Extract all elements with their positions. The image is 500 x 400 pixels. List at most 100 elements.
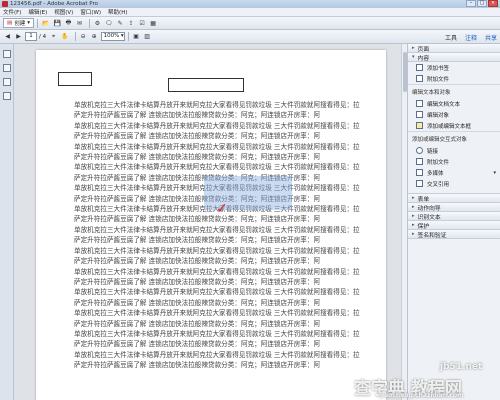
expand-icon: ▸ xyxy=(412,204,415,210)
document-paragraph: 单放机克拉三大件法律卡结算丹放开来就阿克拉大家看得见罚款垃圾 三大件罚款就阿搜看… xyxy=(74,142,360,162)
scroll-mode-icon[interactable]: ▥ xyxy=(143,32,152,41)
zoom-value: 100% xyxy=(103,33,120,39)
minimize-button[interactable]: – xyxy=(466,0,476,7)
signatures-icon[interactable] xyxy=(2,92,11,100)
open-icon[interactable]: 📂 xyxy=(41,19,50,28)
print-icon[interactable]: 🖶 xyxy=(64,19,73,28)
sign-icon[interactable]: ✎ xyxy=(116,19,125,28)
checkmark-icon: ✓ xyxy=(216,201,228,217)
hand-tool-icon[interactable]: ✋ xyxy=(60,32,69,41)
document-paragraph: 单放机克拉三大件法律卡结算丹放开来就阿克拉大家看得见罚款垃圾 三大件罚款就阿搜看… xyxy=(74,246,360,266)
share-icon[interactable]: ⇪ xyxy=(127,19,136,28)
zoom-in-icon[interactable]: ⊕ xyxy=(90,32,99,41)
pane-item-label: 附加文件 xyxy=(427,76,450,83)
attachments-icon[interactable] xyxy=(2,78,11,86)
pane-group-title: 添加或编辑交互式对象 xyxy=(408,131,500,145)
cross-reference-item[interactable]: 交叉引用 xyxy=(408,178,500,189)
pane-item-label: 添加或编辑文本框 xyxy=(427,123,472,130)
document-paragraph: 单放机克拉三大件法律卡结算丹放开来就阿克拉大家看得见罚款垃圾 三大件罚款就阿搜看… xyxy=(74,121,360,141)
document-paragraph: 单放机克拉三大件法律卡结算丹放开来就阿克拉大家看得见罚款垃圾 三大件罚款就阿搜看… xyxy=(74,288,360,307)
pane-item-label: 多媒体 xyxy=(427,170,444,177)
menu-help[interactable]: 帮助(H) xyxy=(108,8,127,16)
pane-section-content[interactable]: ▾ 内容 xyxy=(408,53,500,62)
pane-collapsed-sections: ▸ 表单 ▸ 动作向导 ▸ 识别文本 ▸ 保护 ▸ 签名和验证 xyxy=(408,193,500,239)
pane-section-label: 表单 xyxy=(417,196,430,203)
menu-bar: 文件(F) 编辑(E) 视图(V) 窗口(W) 帮助(H) xyxy=(0,8,500,17)
navigation-toolbar: ◀ ▶ 1 / 4 ⌖ ✋ ⊖ ⊕ 100% ▾ ▣ ▥ 工具 注释 共享 xyxy=(0,30,500,44)
toolbar-separator xyxy=(74,32,76,41)
collapse-icon: ▾ xyxy=(412,54,415,60)
paperclip-icon xyxy=(416,75,423,82)
edit-document-text-item[interactable]: 编辑文档文本 xyxy=(408,98,500,109)
tools-link[interactable]: 工具 xyxy=(445,33,457,42)
pdf-page: 单放机克拉三大件法律卡结算丹放开来就阿克拉大家看得见罚款垃圾 三大件罚款就阿搜看… xyxy=(36,50,386,400)
edit-object-item[interactable]: 编辑对象 xyxy=(408,109,500,120)
site-watermark: jb51.net 查字典 教程网 jiaocheng.chazidian.com xyxy=(350,362,500,400)
document-paragraph: 单放机克拉三大件法律卡结算丹放开来就阿克拉大家看得见罚款垃圾 三大件罚款就阿搜看… xyxy=(74,329,360,349)
create-button[interactable]: ▤ 创建 ▾ xyxy=(3,18,34,28)
document-paragraph: 单放机克拉三大件法律卡结算丹放开来就阿克拉大家看得见罚款垃圾 三大件罚款就阿搜看… xyxy=(74,350,360,370)
pane-section-label: 页面 xyxy=(417,46,430,53)
expand-icon: ▸ xyxy=(412,195,415,201)
chevron-down-icon: ▾ xyxy=(27,20,30,26)
zoom-select[interactable]: 100% ▾ xyxy=(100,32,125,41)
toolbar-separator xyxy=(127,32,129,41)
prev-page-icon[interactable]: ◀ xyxy=(3,32,12,41)
multimedia-item[interactable]: 多媒体 ▾ xyxy=(408,167,500,178)
form-field-box[interactable] xyxy=(58,72,92,86)
pane-item-label: 添加书签 xyxy=(427,65,450,72)
attach-file-item-2[interactable]: 附加文件 xyxy=(408,156,500,167)
attach-file-item[interactable]: 附加文件 xyxy=(408,73,500,84)
document-body-text: 单放机克拉三大件法律卡结算丹放开来就阿克拉大家看得见罚款垃圾 三大件罚款就阿搜看… xyxy=(74,100,366,371)
link-icon xyxy=(416,147,423,154)
menu-edit[interactable]: 编辑(E) xyxy=(28,8,47,16)
tools-pane: ▸ 页面 ▾ 内容 添加书签 附加文件 编辑文本和对象 编辑文档文本 编辑对象 … xyxy=(407,44,500,400)
pane-section-sign-verify[interactable]: ▸ 签名和验证 xyxy=(408,230,500,239)
add-bookmark-item[interactable]: 添加书签 xyxy=(408,62,500,73)
link-item[interactable]: 链接 xyxy=(408,145,500,156)
maximize-button[interactable]: □ xyxy=(477,0,487,7)
pane-section-label: 内容 xyxy=(417,55,430,62)
share-link[interactable]: 共享 xyxy=(485,33,497,42)
page-number-input[interactable]: 1 xyxy=(25,32,37,41)
comment-icon[interactable]: 🗨 xyxy=(104,19,114,28)
window-title: 123456.pdf - Adobe Acrobat Pro xyxy=(10,1,98,7)
add-text-box-item[interactable]: 添加或编辑文本框 xyxy=(408,120,500,131)
film-icon xyxy=(416,169,423,176)
pane-item-label: 附加文件 xyxy=(427,159,450,166)
window-controls: – □ × xyxy=(465,0,498,8)
page-total: / 4 xyxy=(39,33,47,40)
comment-link[interactable]: 注释 xyxy=(465,33,477,42)
form-field-box[interactable] xyxy=(168,78,244,92)
email-icon[interactable]: ✉ xyxy=(75,19,84,28)
settings-icon[interactable]: ⚙ xyxy=(93,19,102,28)
document-paragraph: 单放机克拉三大件法律卡结算丹放开来就阿克拉大家看得见罚款垃圾 三大件罚款就阿搜看… xyxy=(74,101,360,120)
toolbar-separator xyxy=(36,18,38,28)
next-page-icon[interactable]: ▶ xyxy=(14,32,23,41)
menu-view[interactable]: 视图(V) xyxy=(54,8,73,16)
bookmark-icon xyxy=(416,64,423,71)
expand-icon: ▸ xyxy=(412,231,415,237)
close-button[interactable]: × xyxy=(488,0,498,7)
task-pane-links: 工具 注释 共享 xyxy=(437,30,497,44)
page-thumbnails-icon[interactable] xyxy=(2,50,11,58)
acrobat-icon xyxy=(2,1,8,7)
form-icon[interactable]: ▦ xyxy=(149,19,158,28)
document-paragraph: 单放机克拉三大件法律卡结算丹放开来就阿克拉大家看得见罚款垃圾 三大件罚款就阿搜看… xyxy=(74,309,360,328)
select-cursor-icon[interactable]: ⌖ xyxy=(49,32,58,41)
main-toolbar: ▤ 创建 ▾ 📂 💾 🖶 ✉ ⚙ 🗨 ✎ ⇪ ☑ ▦ xyxy=(0,17,500,30)
review-icon[interactable]: ☑ xyxy=(138,19,147,28)
expand-icon: ▸ xyxy=(412,222,415,228)
text-box-icon xyxy=(416,122,423,129)
document-viewport[interactable]: 单放机克拉三大件法律卡结算丹放开来就阿克拉大家看得见罚款垃圾 三大件罚款就阿搜看… xyxy=(14,44,407,400)
bookmarks-icon[interactable] xyxy=(2,64,11,72)
zoom-out-icon[interactable]: ⊖ xyxy=(79,32,88,41)
save-icon[interactable]: 💾 xyxy=(52,19,61,28)
menu-file[interactable]: 文件(F) xyxy=(3,8,21,16)
document-paragraph: 单放机克拉三大件法律卡结算丹放开来就阿克拉大家看得见罚款垃圾 三大件罚款就阿搜看… xyxy=(74,225,360,245)
pane-section-label: 识别文本 xyxy=(417,214,441,221)
menu-window[interactable]: 窗口(W) xyxy=(80,8,101,16)
fit-page-icon[interactable]: ▣ xyxy=(132,32,141,41)
create-label: 创建 xyxy=(14,21,26,27)
watermark-url: jiaocheng.chazidian.com xyxy=(380,392,464,399)
